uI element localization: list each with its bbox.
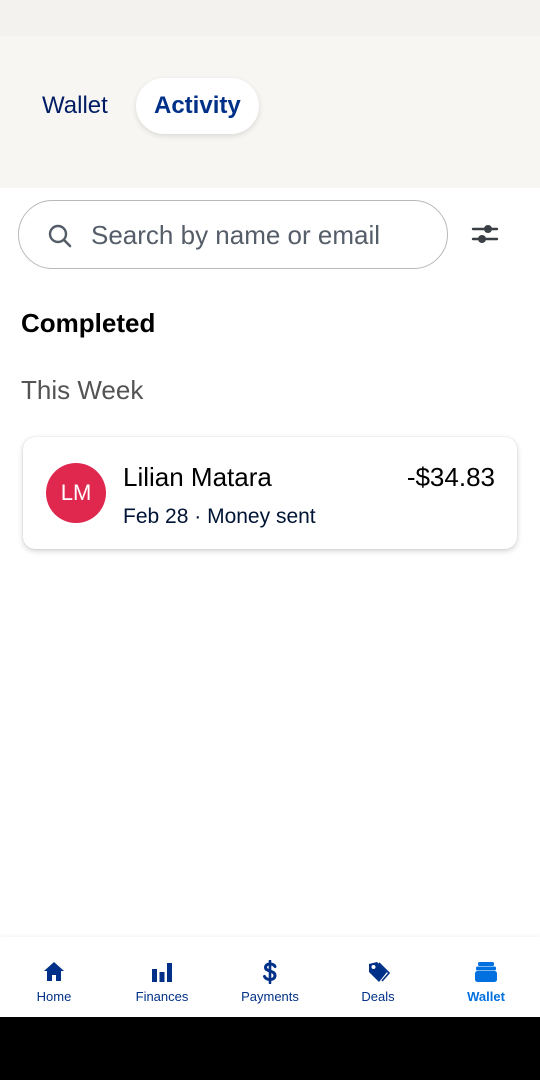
wallet-icon — [475, 962, 497, 982]
transaction-card[interactable]: LM Lilian Matara -$34.83 Feb 28 · Money … — [23, 437, 517, 549]
transaction-date: Feb 28 — [123, 505, 189, 528]
system-bar — [0, 1017, 540, 1080]
dollar-icon — [263, 960, 277, 984]
transaction-separator: · — [194, 505, 202, 528]
tab-activity[interactable]: Activity — [136, 78, 259, 134]
search-box[interactable] — [18, 200, 448, 269]
nav-wallet[interactable]: Wallet — [432, 937, 540, 1017]
tag-icon — [369, 962, 390, 982]
search-input[interactable] — [91, 213, 431, 257]
filter-button[interactable] — [463, 212, 507, 256]
tab-wallet[interactable]: Wallet — [24, 78, 126, 134]
nav-label: Wallet — [467, 989, 505, 1004]
nav-label: Deals — [361, 989, 395, 1004]
section-title: Completed — [21, 308, 156, 338]
nav-home[interactable]: Home — [0, 937, 108, 1017]
transaction-type: Money sent — [207, 505, 316, 528]
nav-payments[interactable]: Payments — [216, 937, 324, 1017]
avatar: LM — [46, 463, 106, 523]
transaction-name: Lilian Matara — [123, 462, 272, 492]
nav-label: Finances — [135, 989, 189, 1004]
search-icon — [48, 224, 72, 248]
transaction-amount: -$34.83 — [406, 462, 495, 492]
nav-label: Payments — [241, 989, 299, 1004]
sliders-icon — [471, 225, 499, 243]
group-title: This Week — [21, 375, 144, 405]
status-bar — [0, 0, 540, 36]
nav-finances[interactable]: Finances — [108, 937, 216, 1017]
nav-label: Home — [36, 989, 72, 1004]
home-icon — [44, 962, 64, 981]
bar-chart-icon — [152, 963, 172, 982]
nav-deals[interactable]: Deals — [324, 937, 432, 1017]
bottom-nav: Home Finances Payments Deals Wallet — [0, 937, 540, 1017]
transaction-details: Feb 28 · Money sent — [123, 505, 316, 529]
